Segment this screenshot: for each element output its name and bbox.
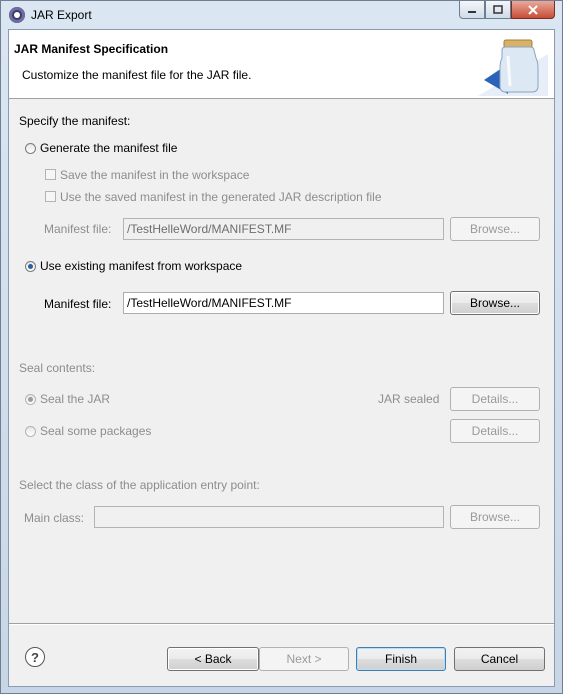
cancel-button[interactable]: Cancel	[454, 647, 545, 671]
use-saved-manifest-checkbox[interactable]	[45, 191, 56, 202]
existing-manifest-file-field[interactable]: /TestHelleWord/MANIFEST.MF	[123, 292, 444, 314]
seal-contents-label: Seal contents:	[19, 361, 96, 375]
jar-icon	[478, 39, 548, 96]
title-bar: JAR Export	[1, 1, 562, 29]
seal-jar-label: Seal the JAR	[40, 392, 111, 406]
existing-manifest-file-label: Manifest file:	[44, 297, 112, 311]
use-existing-manifest-label: Use existing manifest from workspace	[40, 259, 243, 273]
seal-packages-label: Seal some packages	[40, 424, 152, 438]
next-button[interactable]: Next >	[259, 647, 349, 671]
maximize-button[interactable]	[485, 1, 511, 19]
close-icon	[528, 4, 538, 15]
footer-separator	[9, 623, 554, 625]
finish-button[interactable]: Finish	[356, 647, 446, 671]
entry-point-label: Select the class of the application entr…	[19, 478, 260, 492]
generate-manifest-label: Generate the manifest file	[40, 141, 178, 155]
generated-manifest-browse-button[interactable]: Browse...	[450, 217, 540, 241]
seal-jar-radio[interactable]	[25, 394, 36, 405]
jar-export-window: JAR Export JAR Manifest Specification Cu…	[0, 0, 563, 694]
minimize-button[interactable]	[459, 1, 485, 19]
seal-packages-details-button[interactable]: Details...	[450, 419, 540, 443]
minimize-icon	[468, 10, 476, 13]
seal-packages-radio[interactable]	[25, 426, 36, 437]
generated-manifest-file-field[interactable]: /TestHelleWord/MANIFEST.MF	[123, 218, 444, 240]
existing-manifest-browse-button[interactable]: Browse...	[450, 291, 540, 315]
generated-manifest-file-label: Manifest file:	[44, 222, 112, 236]
maximize-icon	[493, 5, 503, 14]
use-saved-manifest-label: Use the saved manifest in the generated …	[60, 190, 382, 204]
main-class-browse-button[interactable]: Browse...	[450, 505, 540, 529]
use-existing-manifest-radio[interactable]	[25, 261, 36, 272]
generate-manifest-radio[interactable]	[25, 143, 36, 154]
close-button[interactable]	[511, 1, 555, 19]
main-class-field[interactable]	[94, 506, 444, 528]
dialog-client-area: JAR Manifest Specification Customize the…	[8, 29, 555, 687]
window-title: JAR Export	[31, 8, 92, 22]
window-controls	[459, 1, 555, 21]
page-title: JAR Manifest Specification	[14, 42, 169, 56]
wizard-header: JAR Manifest Specification Customize the…	[9, 30, 554, 99]
page-description: Customize the manifest file for the JAR …	[22, 68, 252, 82]
main-class-label: Main class:	[24, 511, 85, 525]
help-icon[interactable]: ?	[25, 647, 45, 667]
eclipse-icon	[9, 7, 25, 23]
save-in-workspace-label: Save the manifest in the workspace	[60, 168, 250, 182]
specify-manifest-label: Specify the manifest:	[19, 114, 131, 128]
seal-jar-details-button[interactable]: Details...	[450, 387, 540, 411]
jar-sealed-status: JAR sealed	[378, 392, 440, 406]
back-button[interactable]: < Back	[167, 647, 259, 671]
save-in-workspace-checkbox[interactable]	[45, 169, 56, 180]
